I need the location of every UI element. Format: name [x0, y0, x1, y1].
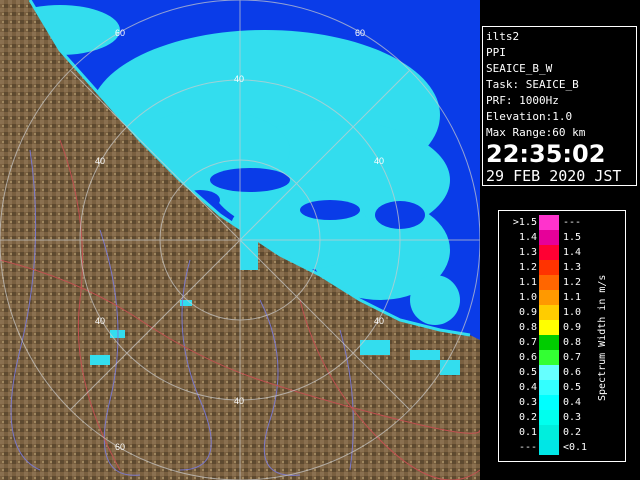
range-label: 40	[374, 316, 384, 326]
legend-min-label: 0.3	[518, 397, 537, 408]
info-line: SEAICE_B_W	[486, 62, 553, 75]
legend-min-label: 1.2	[518, 262, 537, 273]
legend-swatch	[539, 380, 559, 395]
legend-unit: Spectrum Width in m/s	[597, 274, 608, 401]
legend-max-label: 0.6	[563, 367, 582, 378]
range-label: 40	[234, 74, 244, 84]
legend-min-label: 1.1	[518, 277, 537, 288]
legend-max-label: 1.0	[563, 307, 582, 318]
legend-max-label: 1.3	[563, 262, 582, 273]
range-label: 60	[355, 28, 365, 38]
range-label: 60	[115, 442, 125, 452]
legend-max-label: ---	[563, 217, 582, 228]
color-legend: >1.5 --- 1.4 1.5 1.3 1.4 1.2 1.3 1.1 1.2 1.0 1.1 0.9…	[498, 210, 626, 462]
legend-max-label: 0.5	[563, 382, 582, 393]
info-line: PRF: 1000Hz	[486, 94, 559, 107]
radar-ppi-map[interactable]: 60 60 40 40 40 40 40 40 60	[0, 0, 480, 480]
legend-min-label: 1.3	[518, 247, 537, 258]
range-label: 40	[95, 156, 105, 166]
legend-max-label: 1.5	[563, 232, 582, 243]
legend-min-label: 1.0	[518, 292, 537, 303]
legend-swatch	[539, 410, 559, 425]
legend-swatch	[539, 350, 559, 365]
legend-swatch	[539, 230, 559, 245]
legend-swatch	[539, 290, 559, 305]
legend-swatch	[539, 425, 559, 440]
info-line: ilts2	[486, 30, 520, 43]
legend-max-label: 0.2	[563, 427, 582, 438]
legend-swatch	[539, 245, 559, 260]
legend-max-label: <0.1	[563, 442, 588, 453]
info-line: Max Range:60 km	[486, 126, 586, 139]
legend-min-label: 0.6	[518, 352, 537, 363]
legend-row: 1.4 1.5	[499, 230, 625, 245]
legend-swatch	[539, 275, 559, 290]
legend-swatch	[539, 440, 559, 455]
timestamp-date: 29 FEB 2020 JST	[486, 167, 622, 185]
legend-swatch	[539, 215, 559, 230]
legend-swatch	[539, 335, 559, 350]
legend-row: >1.5 ---	[499, 215, 625, 230]
legend-max-label: 1.4	[563, 247, 582, 258]
info-line: PPI	[486, 46, 506, 59]
info-line: Elevation:1.0	[486, 110, 573, 123]
legend-max-label: 0.4	[563, 397, 582, 408]
legend-row: 0.2 0.3	[499, 410, 625, 425]
legend-max-label: 1.2	[563, 277, 582, 288]
legend-swatch	[539, 320, 559, 335]
legend-row: 1.2 1.3	[499, 260, 625, 275]
legend-min-label: 0.7	[518, 337, 537, 348]
legend-swatch	[539, 365, 559, 380]
legend-swatch	[539, 305, 559, 320]
legend-swatch	[539, 395, 559, 410]
legend-min-label: 0.4	[518, 382, 537, 393]
legend-max-label: 0.8	[563, 337, 582, 348]
legend-swatch	[539, 260, 559, 275]
legend-max-label: 0.7	[563, 352, 582, 363]
legend-min-label: 0.2	[518, 412, 537, 423]
legend-row: 0.1 0.2	[499, 425, 625, 440]
range-label: 40	[234, 396, 244, 406]
legend-row: 1.3 1.4	[499, 245, 625, 260]
legend-min-label: >1.5	[512, 217, 537, 228]
legend-row: --- <0.1	[499, 440, 625, 455]
legend-min-label: 0.5	[518, 367, 537, 378]
range-label: 40	[374, 156, 384, 166]
legend-min-label: 0.8	[518, 322, 537, 333]
legend-min-label: 0.1	[518, 427, 537, 438]
timestamp-time: 22:35:02	[486, 140, 606, 168]
legend-min-label: 1.4	[518, 232, 537, 243]
range-label: 60	[115, 28, 125, 38]
range-label: 40	[95, 316, 105, 326]
legend-max-label: 0.9	[563, 322, 582, 333]
legend-max-label: 0.3	[563, 412, 582, 423]
legend-min-label: ---	[518, 442, 537, 453]
legend-max-label: 1.1	[563, 292, 582, 303]
info-line: Task: SEAICE_B	[486, 78, 579, 91]
legend-min-label: 0.9	[518, 307, 537, 318]
info-panel: ilts2 PPI SEAICE_B_W Task: SEAICE_B PRF:…	[482, 26, 637, 186]
